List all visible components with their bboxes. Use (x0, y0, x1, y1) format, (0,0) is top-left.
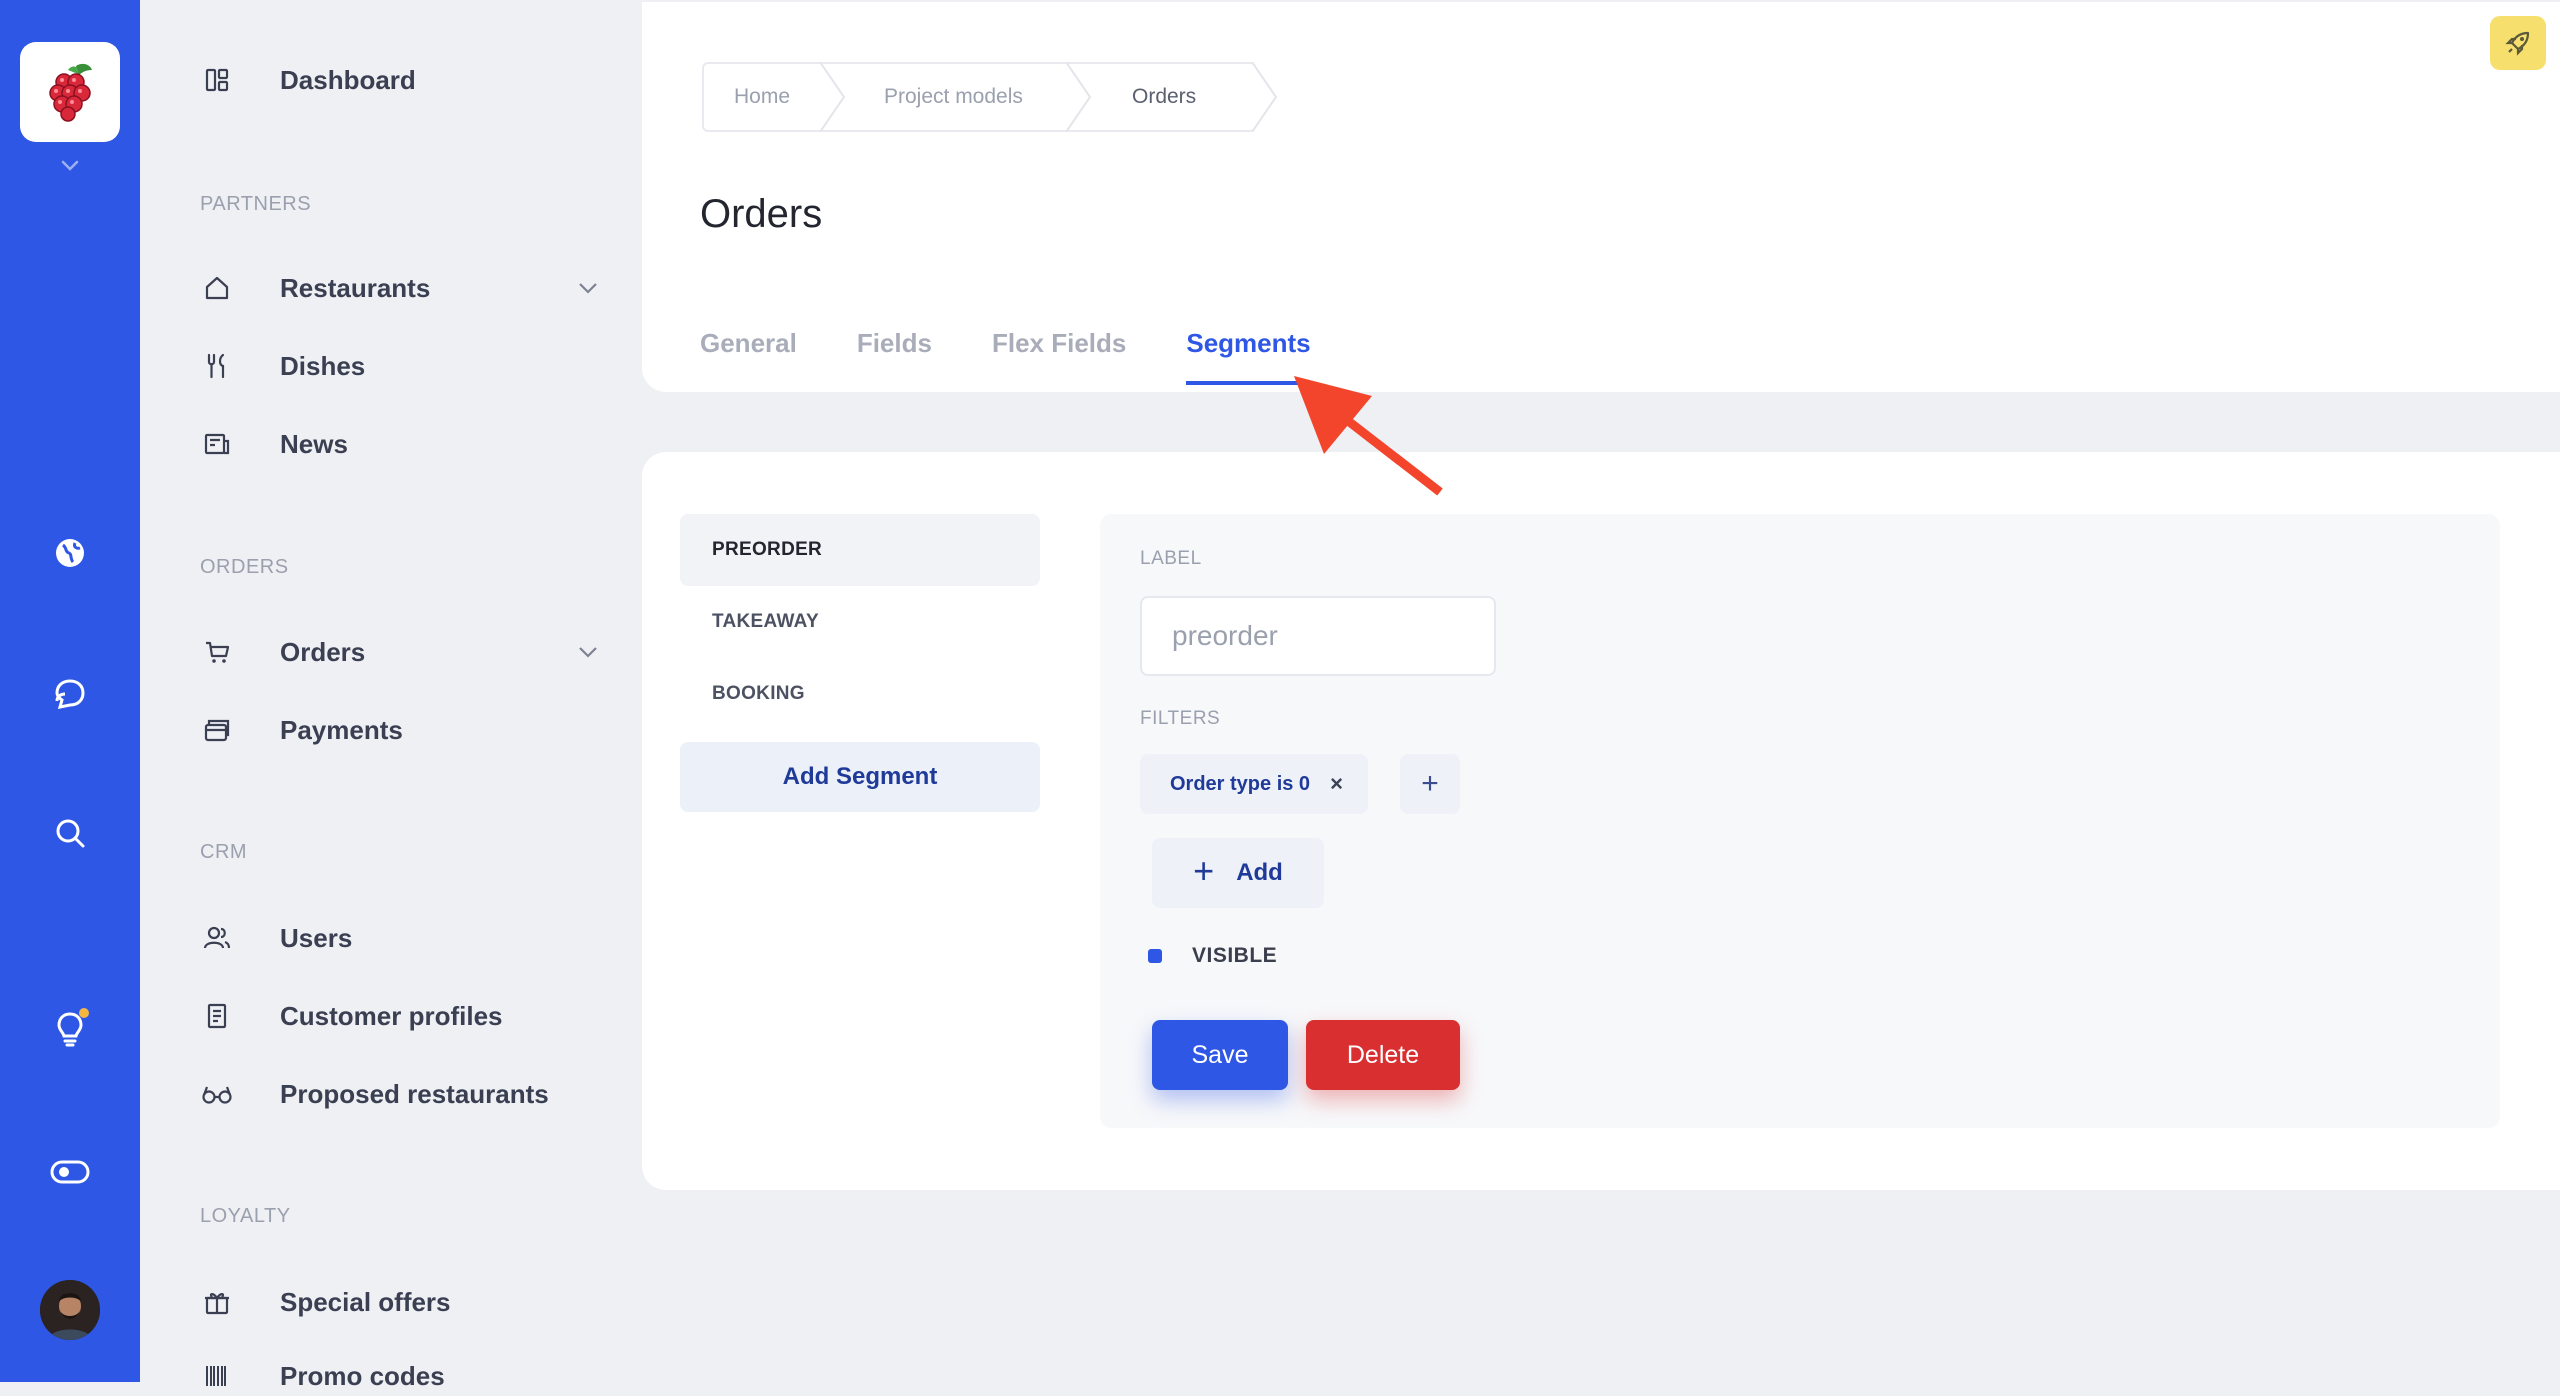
section-label-loyalty: LOYALTY (200, 1205, 291, 1227)
plus-icon: + (1193, 850, 1215, 891)
sidebar-item-payments[interactable]: Payments (200, 710, 600, 750)
breadcrumb-label: Orders (1132, 85, 1197, 108)
sidebar-item-customer-profiles[interactable]: Customer profiles (200, 996, 600, 1036)
segment-item[interactable]: TAKEAWAY (680, 586, 1040, 658)
segment-item[interactable]: PREORDER (680, 514, 1040, 586)
dashboard-icon (200, 63, 234, 97)
sidebar-item-users[interactable]: Users (200, 918, 600, 958)
annotation-arrow-icon (1294, 376, 1443, 496)
sidebar-item-label: Payments (280, 714, 403, 745)
segments-card: PREORDER TAKEAWAY BOOKING Add Segment LA… (642, 452, 2560, 1190)
sidebar-item-dashboard[interactable]: Dashboard (200, 60, 600, 100)
tab-bar: General Fields Flex Fields Segments (700, 328, 1311, 385)
sidebar-item-promo-codes[interactable]: Promo codes (200, 1356, 600, 1396)
section-label-crm: CRM (200, 841, 248, 863)
sidebar-item-label: Promo codes (280, 1360, 445, 1391)
globe-icon[interactable] (45, 528, 95, 578)
gift-icon (200, 1285, 234, 1319)
tab-fields[interactable]: Fields (857, 328, 932, 385)
home-icon (200, 271, 234, 305)
newspaper-icon (200, 427, 234, 461)
tab-general[interactable]: General (700, 328, 797, 385)
sidebar-item-special-offers[interactable]: Special offers (200, 1282, 600, 1322)
sidebar-item-label: Orders (280, 636, 366, 667)
document-icon (200, 999, 234, 1033)
add-button[interactable]: + Add (1152, 838, 1324, 908)
sidebar-item-label: Proposed restaurants (280, 1078, 549, 1109)
section-label-partners: PARTNERS (200, 193, 312, 215)
tab-flex-fields[interactable]: Flex Fields (992, 328, 1126, 385)
toggle-icon[interactable] (45, 1147, 95, 1197)
barcode-icon (200, 1359, 234, 1393)
section-label-orders: ORDERS (200, 556, 289, 578)
segment-form: LABEL preorder FILTERS Order type is 0 ×… (1100, 514, 2500, 1128)
cart-icon (200, 635, 234, 669)
app-rail (0, 0, 140, 1382)
rocket-icon (2505, 31, 2530, 56)
app-logo-icon[interactable] (20, 42, 120, 142)
add-button-label: Add (1236, 859, 1283, 886)
label-heading: LABEL (1140, 548, 1202, 569)
visible-checkbox[interactable]: VISIBLE (1148, 944, 1277, 968)
sidebar-item-label: News (280, 428, 348, 459)
sidebar-item-label: Dashboard (280, 64, 416, 95)
add-filter-button[interactable]: + (1400, 754, 1460, 814)
sidebar-item-news[interactable]: News (200, 424, 600, 464)
chevron-down-icon[interactable] (576, 278, 600, 298)
add-segment-button[interactable]: Add Segment (680, 742, 1040, 812)
search-icon[interactable] (45, 808, 95, 858)
breadcrumb-home[interactable]: Home (704, 62, 846, 132)
filters-heading: FILTERS (1140, 708, 1221, 729)
save-button[interactable]: Save (1152, 1020, 1288, 1090)
breadcrumb-label: Project models (884, 85, 1023, 108)
sidebar-item-label: Restaurants (280, 272, 431, 303)
segment-item[interactable]: BOOKING (680, 658, 1040, 730)
visible-label: VISIBLE (1192, 944, 1278, 967)
breadcrumb-label: Home (734, 85, 791, 108)
breadcrumb: Home Project models Orders (702, 62, 1278, 132)
breadcrumb-separator (1252, 62, 1278, 132)
sidebar-item-label: Customer profiles (280, 1000, 503, 1031)
sidebar-item-label: Special offers (280, 1286, 451, 1317)
filter-chip-label: Order type is 0 (1170, 772, 1311, 795)
chevron-down-icon[interactable] (60, 158, 80, 172)
label-input[interactable]: preorder (1140, 596, 1496, 676)
sidebar-item-dishes[interactable]: Dishes (200, 346, 600, 386)
breadcrumb-separator (1066, 62, 1092, 132)
delete-button[interactable]: Delete (1306, 1020, 1460, 1090)
checkbox-indicator (1148, 949, 1162, 963)
breadcrumb-separator (820, 62, 846, 132)
sidebar-item-restaurants[interactable]: Restaurants (200, 268, 600, 308)
sidebar-item-orders[interactable]: Orders (200, 632, 600, 672)
user-avatar[interactable] (40, 1280, 100, 1340)
page-header: Home Project models Orders Orders Genera… (642, 2, 2560, 392)
breadcrumb-orders[interactable]: Orders (1068, 62, 1278, 132)
breadcrumb-project-models[interactable]: Project models (822, 62, 1092, 132)
page-title: Orders (700, 192, 823, 236)
users-icon (200, 921, 234, 955)
chevron-down-icon[interactable] (576, 642, 600, 662)
rocket-button[interactable] (2490, 16, 2546, 70)
close-icon[interactable]: × (1330, 771, 1343, 797)
sidebar-item-label: Dishes (280, 350, 366, 381)
chat-icon[interactable] (45, 669, 95, 719)
notification-dot (79, 1008, 89, 1018)
sidebar-item-label: Users (280, 922, 353, 953)
lightbulb-icon[interactable] (45, 1004, 95, 1054)
segment-list: PREORDER TAKEAWAY BOOKING Add Segment (680, 514, 1040, 812)
wallet-icon (200, 713, 234, 747)
sidebar-item-proposed-restaurants[interactable]: Proposed restaurants (200, 1074, 600, 1114)
sidebar-nav: Dashboard PARTNERS Restaurants Dishes Ne… (140, 0, 640, 1391)
cutlery-icon (200, 349, 234, 383)
glasses-icon (200, 1077, 234, 1111)
filter-chip[interactable]: Order type is 0 × (1140, 754, 1368, 814)
